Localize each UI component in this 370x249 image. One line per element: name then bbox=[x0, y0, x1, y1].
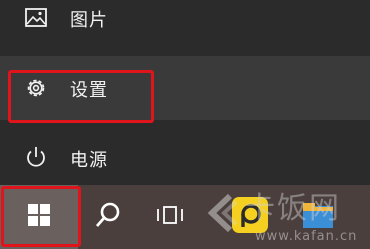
menu-item-settings[interactable]: 设置 bbox=[0, 56, 370, 120]
watermark-title: 卡饭网 bbox=[245, 191, 341, 226]
task-view-icon bbox=[155, 203, 185, 231]
menu-item-label: 设置 bbox=[70, 80, 108, 101]
task-view-button[interactable] bbox=[140, 185, 200, 249]
search-button[interactable] bbox=[78, 185, 138, 249]
watermark-logo-icon bbox=[200, 192, 242, 234]
start-menu: 图片 设置 电源 bbox=[0, 0, 370, 185]
menu-item-label: 图片 bbox=[70, 10, 108, 31]
menu-item-power[interactable]: 电源 bbox=[0, 138, 370, 178]
search-icon bbox=[93, 200, 123, 234]
menu-item-pictures[interactable]: 图片 bbox=[0, 0, 370, 38]
windows-start-icon bbox=[28, 204, 50, 230]
menu-item-label: 电源 bbox=[70, 150, 108, 171]
pictures-icon bbox=[24, 6, 48, 30]
power-icon bbox=[24, 145, 48, 169]
watermark-url: www.kafan.cn bbox=[255, 229, 358, 244]
gear-icon bbox=[24, 76, 48, 100]
start-button[interactable] bbox=[0, 185, 78, 249]
